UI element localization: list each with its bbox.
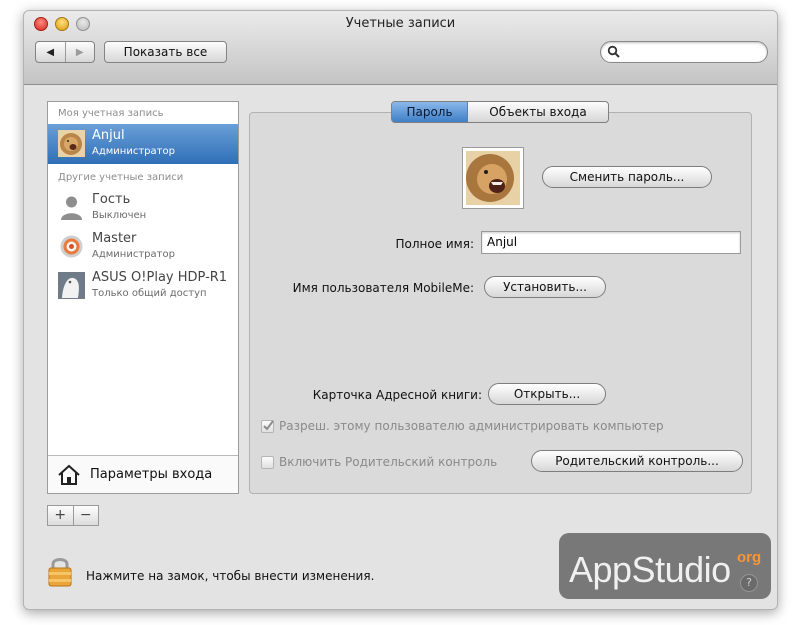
forward-button[interactable]: ▶ xyxy=(64,42,95,62)
my-account-header: Моя учетная запись xyxy=(58,108,164,119)
add-remove-control: + − xyxy=(47,505,99,526)
checkmark-icon xyxy=(263,420,274,431)
add-account-button[interactable]: + xyxy=(48,506,73,525)
lock-hint-text: Нажмите на замок, чтобы внести изменения… xyxy=(86,569,375,583)
login-options-label: Параметры входа xyxy=(90,467,213,482)
watermark-suffix: org xyxy=(737,549,762,566)
home-icon xyxy=(58,464,80,485)
parental-controls-label: Включить Родительский контроль xyxy=(279,455,498,469)
back-forward-control: ◀ ▶ xyxy=(35,41,95,63)
full-name-label: Полное имя: xyxy=(395,237,474,251)
address-card-open-button[interactable]: Открыть... xyxy=(488,383,606,405)
search-icon xyxy=(607,45,620,58)
account-item-master[interactable]: Master Администратор xyxy=(48,227,238,267)
help-button[interactable]: ? xyxy=(740,574,758,592)
search-input[interactable] xyxy=(623,44,761,60)
shared-device-avatar-icon xyxy=(58,272,85,299)
account-item-anjul[interactable]: Anjul Администратор xyxy=(48,124,238,164)
mobileme-label: Имя пользователя MobileMe: xyxy=(292,281,474,295)
parental-controls-checkbox[interactable] xyxy=(261,456,274,469)
address-card-label: Карточка Адресной книги: xyxy=(312,388,482,402)
change-password-button[interactable]: Сменить пароль... xyxy=(542,166,712,188)
account-role: Администратор xyxy=(92,249,175,260)
remove-account-button[interactable]: − xyxy=(72,506,99,525)
lion-avatar-icon xyxy=(58,130,85,157)
appstudio-watermark: AppStudio org ? xyxy=(559,533,771,599)
account-name: ASUS O!Play HDP-R1 xyxy=(92,270,228,285)
preferences-window: Учетные записи ◀ ▶ Показать все Моя учет… xyxy=(23,10,778,610)
watermark-text: AppStudio xyxy=(569,549,731,590)
back-button[interactable]: ◀ xyxy=(36,42,65,62)
login-options-item[interactable]: Параметры входа xyxy=(48,455,238,493)
allow-admin-label: Разреш. этому пользователю администриров… xyxy=(279,419,664,433)
full-name-field[interactable]: Anjul xyxy=(481,231,741,254)
window-title: Учетные записи xyxy=(345,16,456,31)
target-avatar-icon xyxy=(60,235,83,258)
account-item-asus[interactable]: ASUS O!Play HDP-R1 Только общий доступ xyxy=(48,266,238,306)
lock-icon[interactable] xyxy=(47,554,73,588)
account-role: Выключен xyxy=(92,210,147,221)
account-role: Только общий доступ xyxy=(92,288,207,299)
accounts-list: Моя учетная запись Anjul Администратор Д… xyxy=(47,101,239,494)
mobileme-set-button[interactable]: Установить... xyxy=(484,276,606,298)
tab-bar: Пароль Объекты входа xyxy=(391,101,609,123)
lion-photo-icon xyxy=(466,151,520,205)
account-name: Anjul xyxy=(92,128,125,143)
user-photo[interactable] xyxy=(462,147,524,209)
other-accounts-header: Другие учетные записи xyxy=(58,172,184,183)
tab-login-items[interactable]: Объекты входа xyxy=(468,102,608,122)
account-role: Администратор xyxy=(92,146,175,157)
person-silhouette-icon xyxy=(61,196,82,220)
tab-password[interactable]: Пароль xyxy=(392,102,468,122)
allow-admin-checkbox[interactable] xyxy=(261,420,274,433)
parental-controls-button[interactable]: Родительский контроль... xyxy=(531,450,743,472)
search-field[interactable] xyxy=(600,41,768,63)
account-name: Гость xyxy=(92,192,131,207)
account-item-guest[interactable]: Гость Выключен xyxy=(48,188,238,228)
account-name: Master xyxy=(92,231,137,246)
show-all-button[interactable]: Показать все xyxy=(104,41,227,63)
title-bar: Учетные записи ◀ ▶ Показать все xyxy=(24,11,777,85)
